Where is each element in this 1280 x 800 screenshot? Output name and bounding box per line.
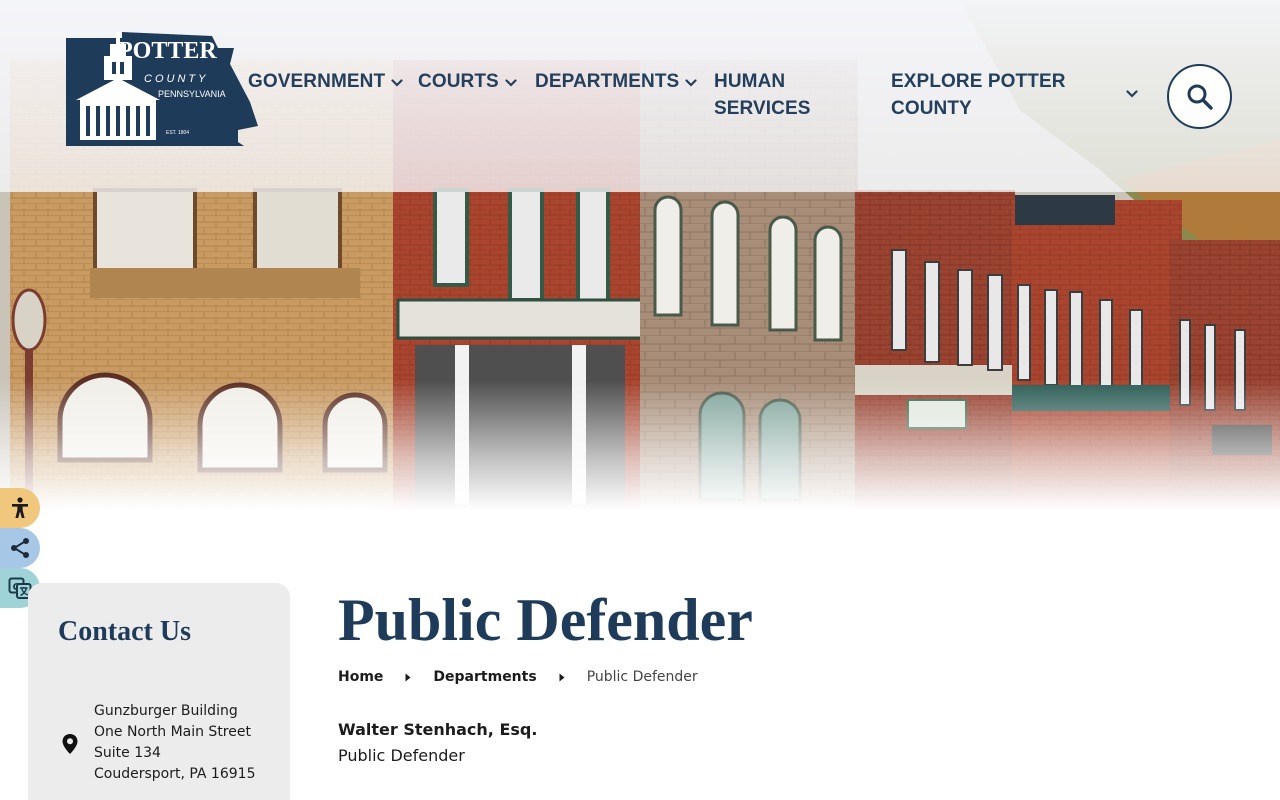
caret-right-icon xyxy=(405,673,411,681)
nav-courts[interactable]: COURTS xyxy=(418,68,517,95)
person-role: Public Defender xyxy=(338,746,465,765)
county-seal-logo: POTTER COUNTY PENNSYLVANIA EST. 1804 xyxy=(66,32,258,146)
svg-text:EST. 1804: EST. 1804 xyxy=(166,130,189,136)
address-line: Gunzburger Building xyxy=(94,703,238,719)
nav-human-services-line1: HUMAN xyxy=(714,71,786,92)
chevron-down-icon xyxy=(391,79,403,87)
breadcrumb-home[interactable]: Home xyxy=(338,669,383,685)
address-line: Coudersport, PA 16915 xyxy=(94,766,256,782)
chevron-down-icon xyxy=(685,79,697,87)
chevron-down-icon[interactable] xyxy=(1126,90,1138,98)
accessibility-icon xyxy=(12,497,28,518)
person-name: Walter Stenhach, Esq. xyxy=(338,720,538,739)
hero-fade xyxy=(0,380,1280,510)
search-button[interactable] xyxy=(1167,64,1232,129)
breadcrumb-departments[interactable]: Departments xyxy=(433,669,536,685)
nav-courts-label: COURTS xyxy=(418,71,499,92)
accessibility-button[interactable] xyxy=(0,488,40,528)
share-icon xyxy=(11,538,29,558)
page-title: Public Defender xyxy=(338,587,753,653)
svg-text:PENNSYLVANIA: PENNSYLVANIA xyxy=(158,89,226,99)
breadcrumb-current: Public Defender xyxy=(586,669,698,685)
address-line: Suite 134 xyxy=(94,745,161,761)
nav-explore-line2: COUNTY xyxy=(891,98,972,119)
contact-address: Gunzburger Building One North Main Stree… xyxy=(94,701,255,785)
nav-departments[interactable]: DEPARTMENTS xyxy=(535,68,697,95)
chevron-down-icon xyxy=(505,79,517,87)
county-logo[interactable]: POTTER COUNTY PENNSYLVANIA EST. 1804 xyxy=(62,30,260,148)
sidebar-title: Contact Us xyxy=(58,616,191,647)
nav-human-services-line2: SERVICES xyxy=(714,98,811,119)
share-button[interactable] xyxy=(0,528,40,568)
caret-right-icon xyxy=(559,673,565,681)
address-line: One North Main Street xyxy=(94,724,251,740)
nav-explore-line1: EXPLORE POTTER xyxy=(891,71,1066,92)
svg-text:POTTER: POTTER xyxy=(118,38,217,64)
contact-sidebar: Contact Us Gunzburger Building One North… xyxy=(28,583,290,800)
breadcrumb: Home Departments Public Defender xyxy=(338,667,698,687)
search-icon xyxy=(1187,84,1213,110)
nav-explore-potter-county[interactable]: EXPLORE POTTER COUNTY xyxy=(891,68,1066,122)
site-header: POTTER COUNTY PENNSYLVANIA EST. 1804 GOV… xyxy=(0,0,1280,192)
svg-text:COUNTY: COUNTY xyxy=(144,73,208,85)
nav-government-label: GOVERNMENT xyxy=(248,71,386,92)
nav-government[interactable]: GOVERNMENT xyxy=(248,68,403,95)
nav-departments-label: DEPARTMENTS xyxy=(535,71,680,92)
nav-human-services[interactable]: HUMAN SERVICES xyxy=(714,68,811,122)
map-pin-icon xyxy=(62,734,78,754)
